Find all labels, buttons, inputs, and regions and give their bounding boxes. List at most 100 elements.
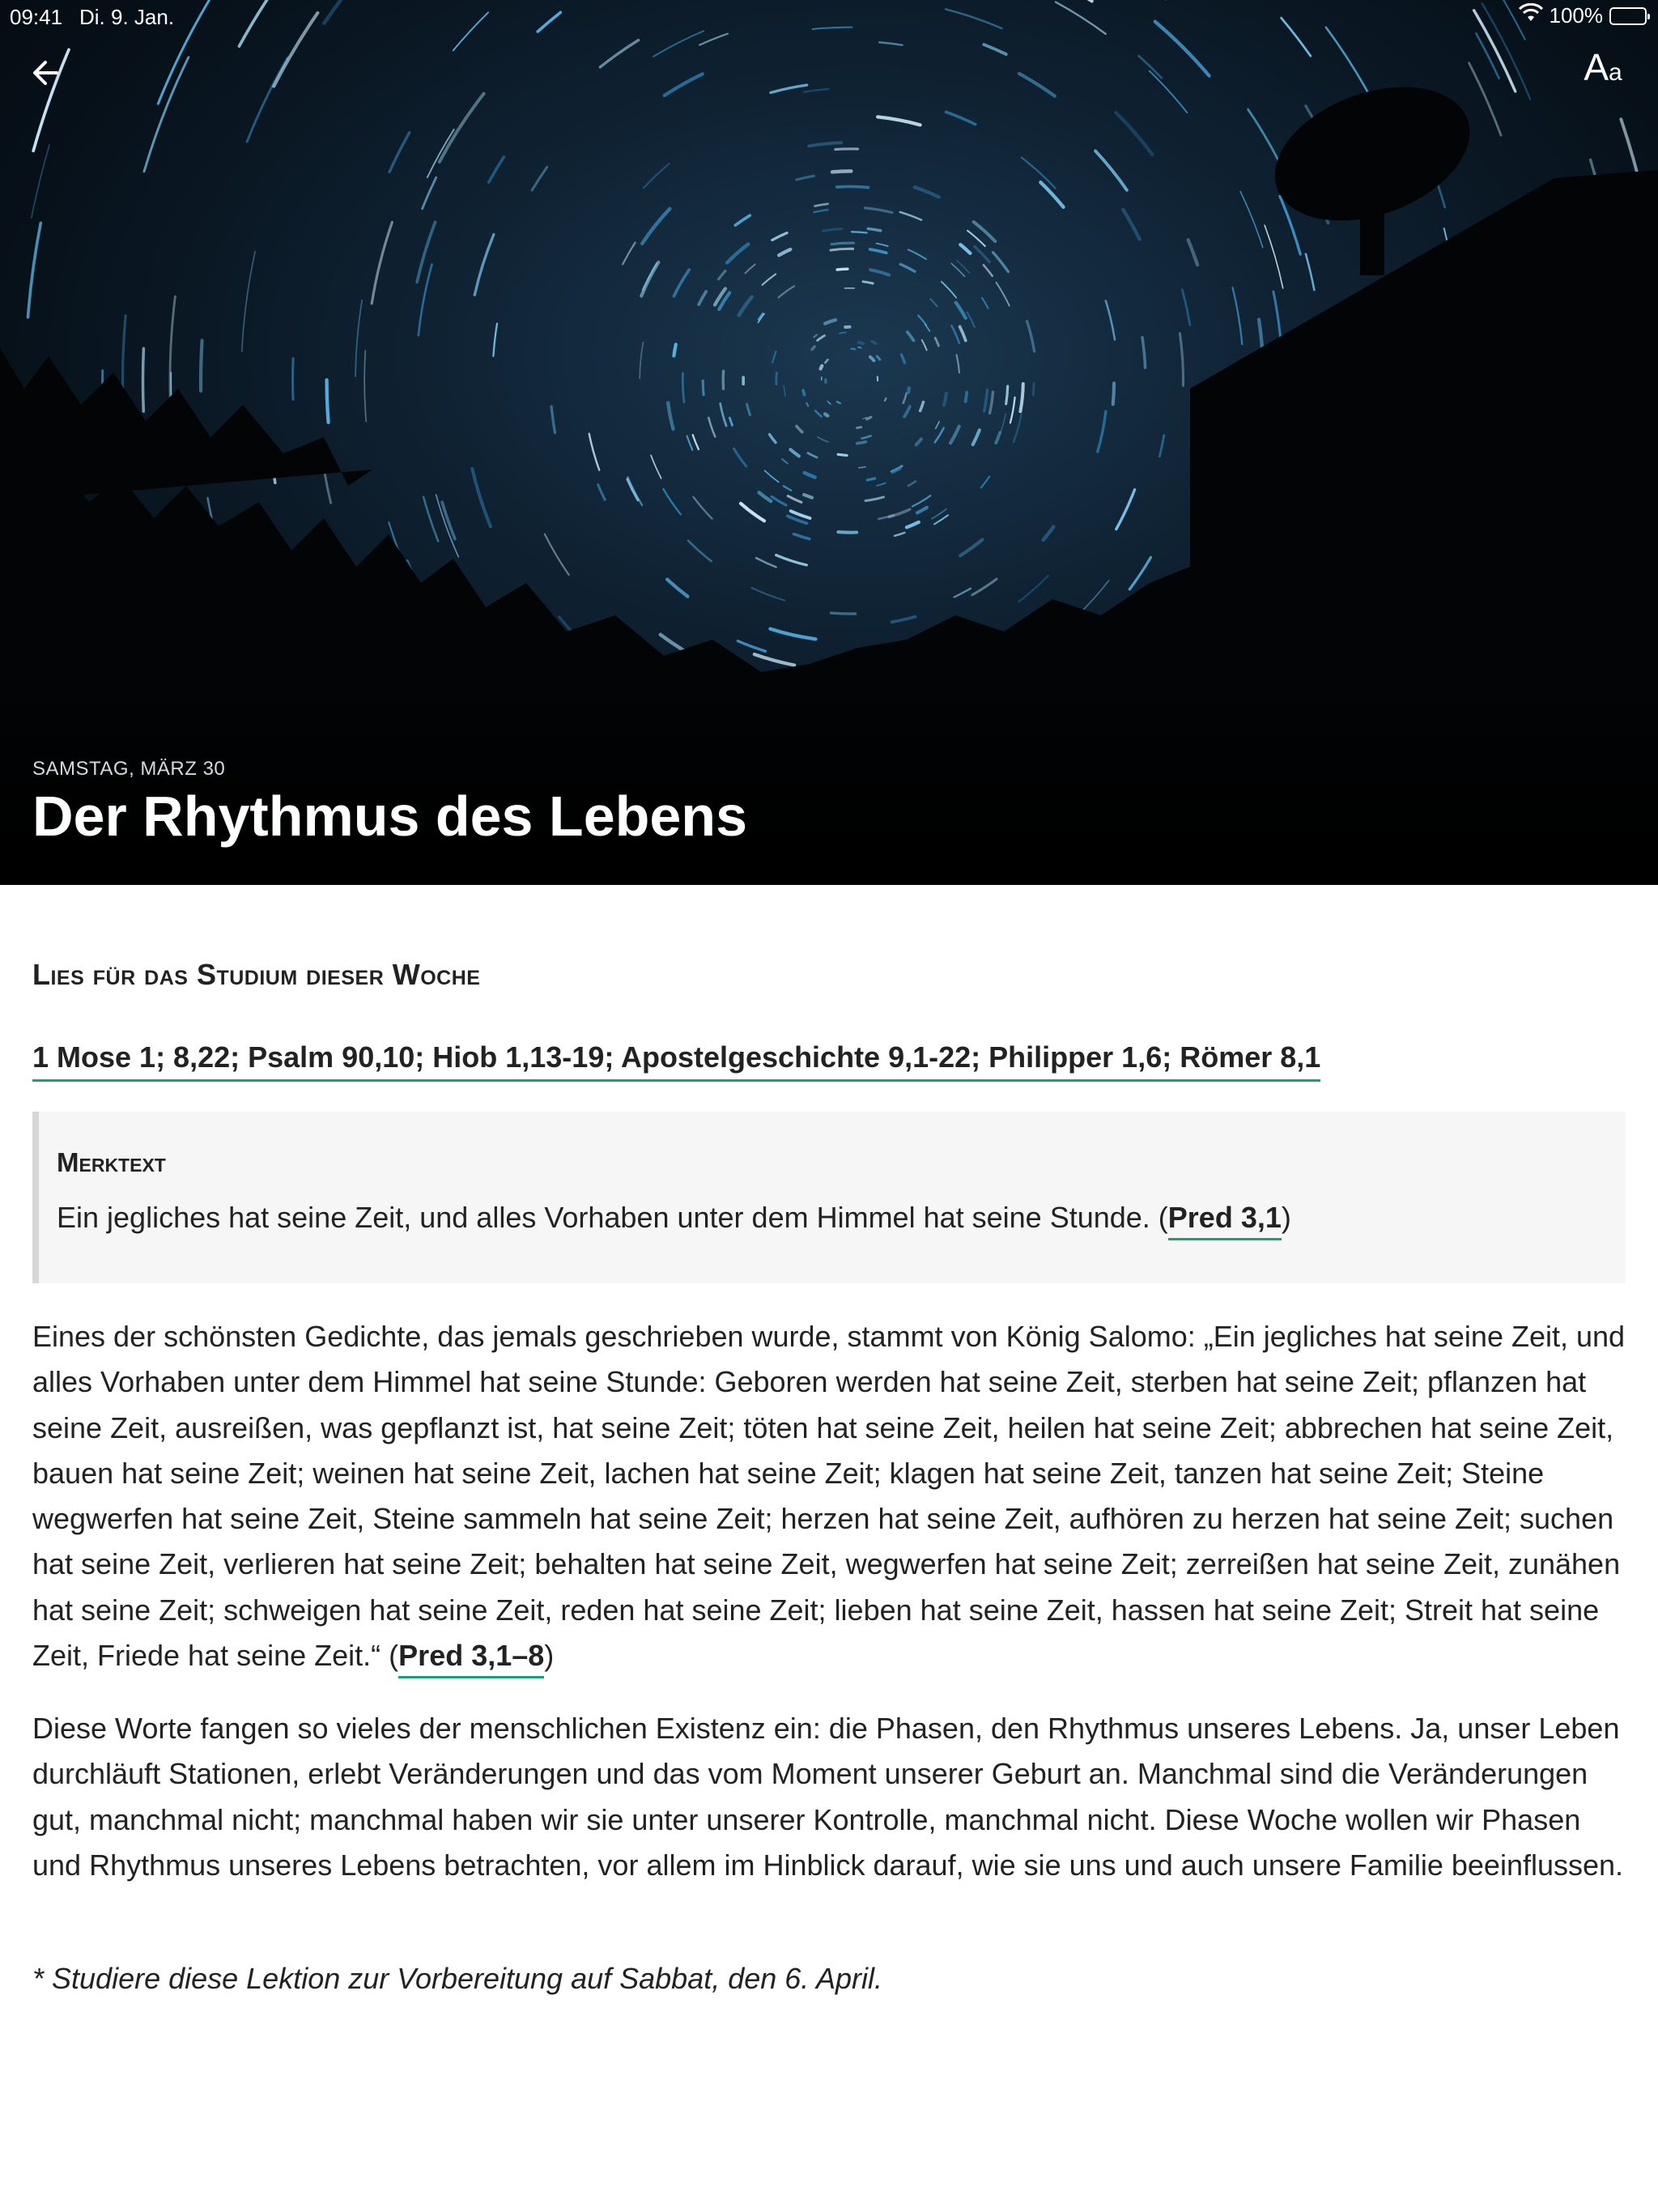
star-trail bbox=[733, 447, 748, 468]
star-trail bbox=[912, 185, 941, 199]
star-trail bbox=[813, 334, 818, 338]
star-trail bbox=[1094, 149, 1129, 192]
star-trail bbox=[865, 415, 873, 421]
star-trail bbox=[1178, 332, 1185, 387]
body-paragraph-1-close: ) bbox=[544, 1639, 555, 1673]
star-trail bbox=[1264, 224, 1284, 289]
star-trail bbox=[240, 250, 256, 352]
star-trail bbox=[437, 91, 486, 164]
star-trail bbox=[719, 402, 728, 428]
star-trail bbox=[829, 247, 855, 252]
star-trail bbox=[817, 436, 829, 443]
star-trail bbox=[814, 202, 829, 207]
star-trail bbox=[650, 454, 662, 479]
star-trail bbox=[982, 43, 1008, 56]
hero-shade bbox=[0, 674, 1658, 885]
star-trail bbox=[835, 400, 842, 405]
star-trail bbox=[823, 412, 830, 418]
star-trail bbox=[473, 232, 495, 296]
memory-verse-text: Ein jegliches hat seine Zeit, und alles … bbox=[57, 1201, 1291, 1240]
star-trail bbox=[958, 325, 967, 342]
star-trail bbox=[768, 627, 818, 641]
star-trail bbox=[830, 169, 853, 174]
star-trail bbox=[588, 432, 601, 471]
star-trail bbox=[415, 220, 437, 284]
star-trail bbox=[1111, 381, 1116, 406]
star-trail bbox=[857, 340, 865, 346]
star-trail bbox=[918, 400, 925, 413]
back-button[interactable] bbox=[23, 50, 68, 96]
star-trail bbox=[640, 206, 672, 245]
star-trail bbox=[893, 531, 906, 538]
star-trail bbox=[1121, 207, 1141, 241]
arrow-left-icon bbox=[33, 61, 58, 85]
font-size-button[interactable]: Aa bbox=[1571, 45, 1635, 94]
star-trail bbox=[725, 242, 750, 265]
star-trail bbox=[967, 229, 986, 248]
star-trail bbox=[757, 491, 773, 504]
star-trail bbox=[868, 355, 876, 363]
star-trail bbox=[550, 405, 557, 434]
star-trail bbox=[1039, 181, 1065, 209]
star-trail bbox=[665, 577, 690, 598]
star-trail bbox=[995, 281, 1010, 307]
star-trail bbox=[1041, 525, 1056, 542]
star-trail bbox=[543, 533, 570, 576]
star-trail bbox=[652, 30, 705, 57]
star-trail bbox=[1017, 71, 1056, 98]
star-trail bbox=[692, 496, 713, 520]
study-references-link[interactable]: 1 Mose 1; 8,22; Psalm 90,10; Hiob 1,13-1… bbox=[32, 1040, 1321, 1082]
star-trail bbox=[875, 242, 889, 247]
star-trail bbox=[857, 346, 862, 349]
star-trail bbox=[291, 357, 295, 402]
star-trail bbox=[966, 311, 976, 328]
status-time: 09:41 bbox=[10, 5, 63, 29]
star-trail bbox=[876, 482, 886, 487]
star-trail bbox=[959, 538, 984, 558]
star-trail bbox=[789, 448, 801, 458]
star-trail bbox=[834, 147, 860, 151]
star-trail bbox=[662, 487, 682, 516]
star-trail bbox=[955, 354, 960, 374]
star-trail bbox=[639, 341, 644, 380]
star-trail bbox=[142, 56, 190, 173]
memory-verse-reference-link[interactable]: Pred 3,1 bbox=[1167, 1201, 1282, 1240]
star-trail bbox=[870, 339, 878, 346]
star-trail bbox=[823, 318, 838, 325]
star-trail bbox=[1148, 70, 1188, 113]
star-trail bbox=[1096, 410, 1107, 453]
star-trail bbox=[672, 342, 678, 358]
star-trail bbox=[914, 437, 923, 447]
star-trail bbox=[876, 115, 922, 127]
star-trail bbox=[198, 338, 204, 393]
star-trail bbox=[325, 378, 330, 424]
star-trail bbox=[950, 324, 961, 344]
star-trail bbox=[1020, 156, 1056, 189]
star-trail bbox=[687, 539, 712, 563]
star-trail bbox=[492, 322, 499, 357]
star-trail bbox=[915, 505, 929, 515]
star-trail bbox=[597, 483, 606, 501]
star-trail bbox=[899, 211, 923, 221]
star-trail bbox=[891, 466, 902, 474]
star-trail bbox=[775, 372, 778, 386]
star-trail bbox=[940, 280, 958, 299]
star-trail bbox=[906, 386, 911, 394]
body-paragraph-1-reference-link[interactable]: Pred 3,1–8 bbox=[398, 1639, 545, 1679]
body-paragraph-1: Eines der schönsten Gedichte, das jemals… bbox=[32, 1314, 1626, 1679]
battery-icon bbox=[1609, 6, 1650, 25]
star-trail bbox=[991, 251, 1010, 274]
star-trail bbox=[905, 330, 916, 342]
star-trail bbox=[818, 364, 824, 371]
star-trail bbox=[763, 470, 780, 483]
study-heading: Lies für das Studium dieser Woche bbox=[32, 958, 481, 991]
star-trail bbox=[622, 241, 636, 266]
star-trail bbox=[795, 424, 804, 434]
star-trail bbox=[772, 351, 777, 364]
star-trail bbox=[1475, 32, 1500, 79]
star-trail bbox=[1304, 253, 1316, 291]
star-trail bbox=[929, 298, 938, 308]
lesson-date: SAMSTAG, MÄRZ 30 bbox=[32, 758, 226, 780]
star-trail bbox=[855, 440, 868, 445]
star-trail bbox=[942, 391, 948, 407]
